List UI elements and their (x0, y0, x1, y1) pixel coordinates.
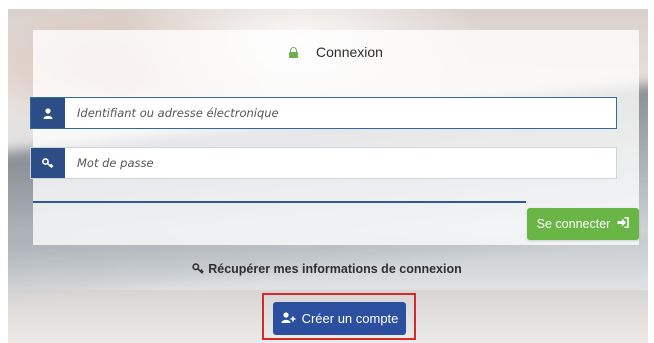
create-account-button[interactable]: Créer un compte (273, 302, 406, 335)
frame-right (648, 0, 654, 343)
sign-in-icon (617, 217, 630, 231)
username-input[interactable] (65, 98, 616, 128)
frame-left (0, 0, 8, 343)
frame-top (0, 0, 654, 9)
user-icon (31, 98, 65, 128)
login-button[interactable]: Se connecter (527, 208, 639, 240)
password-input[interactable] (65, 148, 616, 178)
login-button-label: Se connecter (536, 217, 611, 231)
recover-link-label: Récupérer mes informations de connexion (208, 262, 462, 276)
key-icon (192, 263, 204, 277)
lock-icon (289, 46, 299, 58)
card-divider (33, 201, 526, 203)
username-field[interactable] (30, 97, 617, 129)
add-user-icon (281, 311, 296, 326)
card-header: Connexion (33, 30, 639, 74)
recover-credentials-link[interactable]: Récupérer mes informations de connexion (0, 262, 654, 277)
key-icon (31, 148, 65, 178)
card-title: Connexion (316, 44, 383, 60)
create-account-label: Créer un compte (301, 311, 399, 326)
password-field[interactable] (30, 147, 617, 179)
